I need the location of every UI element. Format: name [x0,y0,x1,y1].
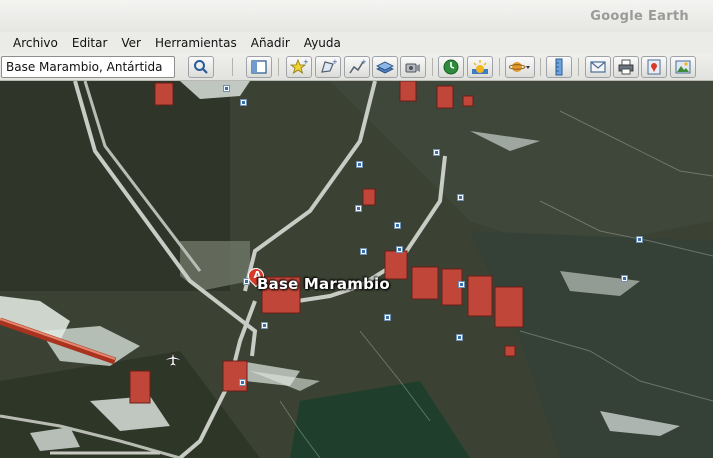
toolbar: Base Marambio, Antártida + + + [0,53,713,81]
save-image-icon [675,60,691,74]
place-label[interactable]: Base Marambio [257,275,390,293]
sunlight-icon [472,60,488,74]
record-tour-icon [405,63,420,73]
menu-ver[interactable]: Ver [114,36,148,50]
add-polygon-button[interactable]: + [315,56,341,78]
toolbar-separator [432,58,433,76]
map-marker[interactable] [396,246,403,253]
map-marker[interactable] [384,314,391,321]
ruler-button[interactable] [546,56,572,78]
search-button[interactable] [188,56,214,78]
map-marker[interactable] [433,149,440,156]
map-marker[interactable] [239,379,246,386]
add-path-icon: + [349,58,366,74]
svg-text:+: + [303,58,308,66]
menu-anadir[interactable]: Añadir [244,36,297,50]
map-marker[interactable] [394,222,401,229]
satellite-imagery [0,81,713,458]
toolbar-separator [540,58,541,76]
planets-button[interactable] [505,56,535,78]
add-image-overlay-button[interactable] [372,56,398,78]
toolbar-separator [232,58,233,76]
add-placemark-icon: + [290,58,308,74]
sidebar-toggle-icon [251,60,267,74]
map-marker[interactable] [240,99,247,106]
toolbar-separator [499,58,500,76]
map-marker[interactable] [356,161,363,168]
map-marker[interactable] [621,275,628,282]
menu-editar[interactable]: Editar [65,36,115,50]
sidebar-toggle-button[interactable] [246,56,272,78]
add-placemark-button[interactable]: + [286,56,312,78]
print-button[interactable] [613,56,639,78]
print-icon [618,59,634,75]
map-view[interactable] [0,81,713,458]
svg-text:+: + [332,58,337,66]
toolbar-separator [578,58,579,76]
map-marker[interactable] [360,248,367,255]
toolbar-separator [278,58,279,76]
airport-icon[interactable] [165,351,181,367]
map-marker[interactable] [636,236,643,243]
historical-imagery-icon [443,59,459,75]
email-icon [590,61,606,73]
email-button[interactable] [585,56,611,78]
view-in-maps-button[interactable] [641,56,667,78]
planets-icon [509,62,530,72]
search-icon [194,60,208,74]
map-marker[interactable] [223,85,230,92]
save-image-button[interactable] [670,56,696,78]
record-tour-button[interactable] [400,56,426,78]
menu-bar: Archivo Editar Ver Herramientas Añadir A… [0,32,713,53]
menu-archivo[interactable]: Archivo [6,36,65,50]
historical-imagery-button[interactable] [438,56,464,78]
menu-ayuda[interactable]: Ayuda [297,36,348,50]
view-in-maps-icon [647,59,661,75]
title-bar: Google Earth [0,0,713,32]
map-marker[interactable] [457,194,464,201]
menu-herramientas[interactable]: Herramientas [148,36,244,50]
map-marker[interactable] [355,205,362,212]
svg-text:+: + [361,58,366,66]
sunlight-button[interactable] [467,56,493,78]
map-marker[interactable] [458,281,465,288]
add-polygon-icon: + [321,58,337,73]
add-image-overlay-icon [376,61,394,74]
window-title: Google Earth [590,9,689,24]
add-path-button[interactable]: + [344,56,370,78]
map-marker[interactable] [456,334,463,341]
map-marker[interactable] [261,322,268,329]
search-input[interactable]: Base Marambio, Antártida [1,56,175,78]
ruler-icon [555,58,563,76]
